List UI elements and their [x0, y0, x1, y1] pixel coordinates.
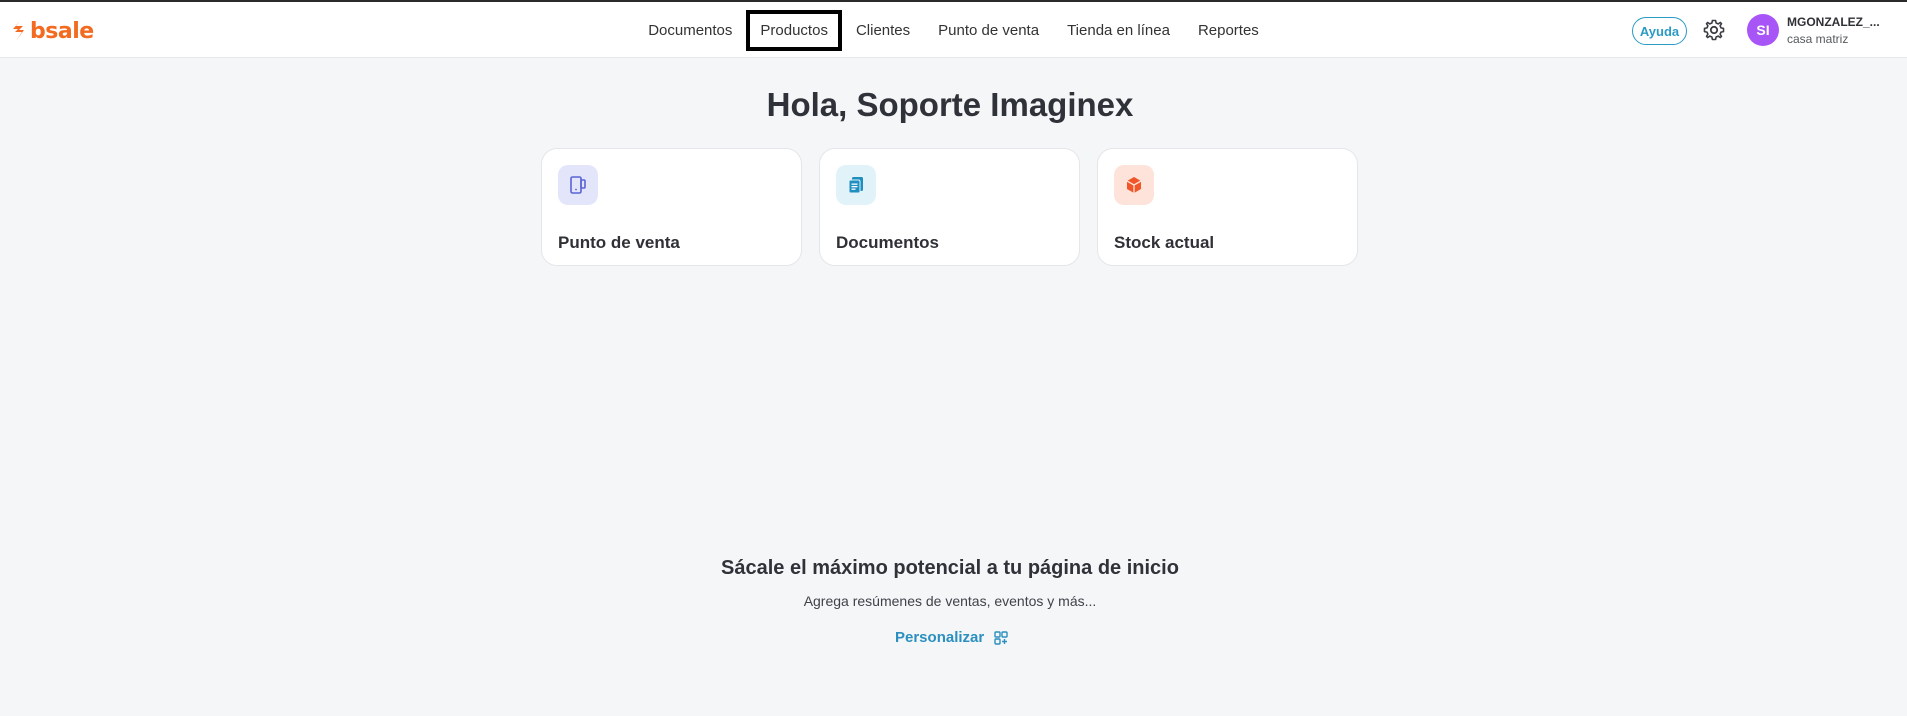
promo-title: Sácale el máximo potencial a tu página d… — [721, 557, 1179, 579]
box-icon — [1114, 165, 1154, 205]
nav-documentos[interactable]: Documentos — [634, 10, 746, 51]
shortcut-label: Punto de venta — [558, 233, 680, 252]
nav-tienda-en-linea[interactable]: Tienda en línea — [1053, 10, 1184, 51]
nav-clientes[interactable]: Clientes — [842, 10, 924, 51]
document-icon — [836, 165, 876, 205]
brand-name: bsale — [30, 18, 94, 44]
customize-button[interactable]: Personalizar — [895, 629, 1008, 646]
user-avatar[interactable]: SI — [1747, 14, 1779, 46]
nav-productos[interactable]: Productos — [746, 9, 842, 51]
page-title: Hola, Soporte Imaginex — [766, 86, 1134, 123]
user-branch: casa matriz — [1787, 32, 1849, 46]
bsale-logo-icon — [13, 21, 24, 41]
nav-reportes[interactable]: Reportes — [1184, 10, 1273, 51]
help-button[interactable]: Ayuda — [1632, 17, 1687, 45]
bsale-logo[interactable]: bsale — [10, 18, 94, 44]
customize-label: Personalizar — [895, 629, 985, 646]
nav-punto-de-venta[interactable]: Punto de venta — [924, 10, 1053, 51]
user-name[interactable]: MGONZALEZ_... — [1787, 15, 1880, 29]
gear-icon[interactable] — [1702, 18, 1726, 42]
main-nav: Documentos Productos Clientes Punto de v… — [0, 2, 1907, 58]
shortcut-label: Documentos — [836, 233, 939, 252]
top-header: bsale Documentos Productos Clientes Punt… — [0, 2, 1907, 58]
shortcut-card-punto-de-venta[interactable]: Punto de venta — [541, 148, 802, 266]
grid-add-icon — [994, 630, 1008, 645]
promo-subtitle: Agrega resúmenes de ventas, eventos y má… — [803, 593, 1097, 609]
shortcut-label: Stock actual — [1114, 233, 1215, 252]
shortcut-card-documentos[interactable]: Documentos — [819, 148, 1080, 266]
shortcut-card-stock-actual[interactable]: Stock actual — [1097, 148, 1358, 266]
pos-terminal-icon — [558, 165, 598, 205]
